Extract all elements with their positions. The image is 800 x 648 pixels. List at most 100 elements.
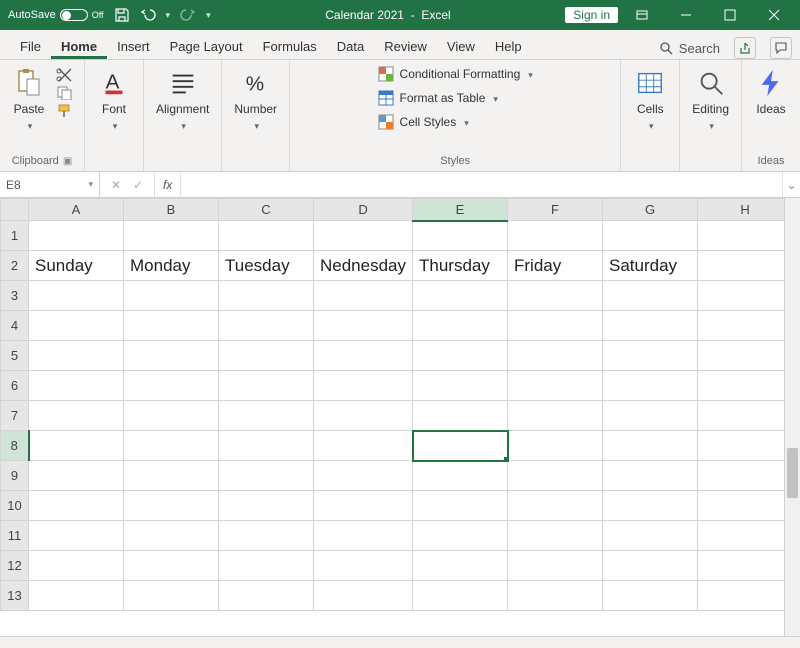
cell[interactable]: Nednesday xyxy=(314,251,413,281)
cell[interactable] xyxy=(314,581,413,611)
cell[interactable] xyxy=(413,401,508,431)
cell[interactable] xyxy=(29,431,124,461)
cell[interactable] xyxy=(603,311,698,341)
cell[interactable]: Monday xyxy=(124,251,219,281)
cell[interactable] xyxy=(413,551,508,581)
cell[interactable] xyxy=(413,521,508,551)
paste-button[interactable]: Paste xyxy=(8,64,50,134)
row-header[interactable]: 10 xyxy=(1,491,29,521)
cell[interactable] xyxy=(413,491,508,521)
alignment-button[interactable]: Alignment xyxy=(152,64,213,134)
column-header[interactable]: G xyxy=(603,199,698,221)
redo-icon[interactable] xyxy=(180,7,196,23)
cell[interactable] xyxy=(29,281,124,311)
font-button[interactable]: A Font xyxy=(93,64,135,134)
cell[interactable] xyxy=(314,401,413,431)
cell[interactable] xyxy=(314,341,413,371)
save-icon[interactable] xyxy=(114,7,130,23)
row-header[interactable]: 12 xyxy=(1,551,29,581)
cell[interactable] xyxy=(124,221,219,251)
fx-icon[interactable]: fx xyxy=(155,172,180,197)
cell[interactable] xyxy=(413,341,508,371)
cell[interactable] xyxy=(29,461,124,491)
cell[interactable] xyxy=(698,491,793,521)
tab-page-layout[interactable]: Page Layout xyxy=(160,33,253,59)
cell[interactable]: Sunday xyxy=(29,251,124,281)
cell[interactable] xyxy=(314,491,413,521)
tab-home[interactable]: Home xyxy=(51,33,107,59)
cell[interactable] xyxy=(413,581,508,611)
autosave-toggle[interactable]: AutoSave Off xyxy=(8,9,104,21)
cell[interactable] xyxy=(314,221,413,251)
cell[interactable] xyxy=(124,461,219,491)
cell[interactable] xyxy=(603,341,698,371)
scrollbar-thumb[interactable] xyxy=(787,448,798,498)
share-button[interactable] xyxy=(734,37,756,59)
cell[interactable] xyxy=(314,311,413,341)
dialog-launcher-icon[interactable]: ▣ xyxy=(63,156,72,167)
cell[interactable] xyxy=(219,341,314,371)
cell[interactable] xyxy=(219,551,314,581)
cell[interactable] xyxy=(508,281,603,311)
copy-icon[interactable] xyxy=(56,86,76,100)
number-button[interactable]: % Number xyxy=(230,64,281,134)
cell[interactable] xyxy=(698,251,793,281)
row-header[interactable]: 7 xyxy=(1,401,29,431)
cell[interactable] xyxy=(508,371,603,401)
column-header[interactable]: A xyxy=(29,199,124,221)
cell[interactable] xyxy=(698,341,793,371)
cell[interactable] xyxy=(413,281,508,311)
ribbon-display-options-icon[interactable] xyxy=(622,0,662,30)
column-header[interactable]: B xyxy=(124,199,219,221)
cut-icon[interactable] xyxy=(56,68,76,82)
tab-review[interactable]: Review xyxy=(374,33,437,59)
cell[interactable] xyxy=(219,221,314,251)
search-button[interactable]: Search xyxy=(659,41,720,56)
cell[interactable] xyxy=(603,371,698,401)
cell[interactable] xyxy=(124,521,219,551)
cell[interactable]: Saturday xyxy=(603,251,698,281)
cell[interactable] xyxy=(29,371,124,401)
cell[interactable] xyxy=(124,401,219,431)
cell[interactable] xyxy=(413,371,508,401)
cell[interactable] xyxy=(508,521,603,551)
cell[interactable] xyxy=(219,311,314,341)
comments-button[interactable] xyxy=(770,37,792,59)
cell[interactable] xyxy=(124,581,219,611)
cell[interactable] xyxy=(29,551,124,581)
cell[interactable] xyxy=(219,461,314,491)
tab-data[interactable]: Data xyxy=(327,33,374,59)
cell[interactable] xyxy=(314,461,413,491)
cell[interactable] xyxy=(508,401,603,431)
cell[interactable] xyxy=(698,551,793,581)
cancel-formula-icon[interactable]: ✕ xyxy=(108,178,124,192)
format-painter-icon[interactable] xyxy=(56,104,76,118)
cell[interactable] xyxy=(314,521,413,551)
cell[interactable] xyxy=(219,521,314,551)
name-box[interactable]: E8 ▾ xyxy=(0,172,100,197)
cell[interactable]: Friday xyxy=(508,251,603,281)
cell[interactable]: Thursday xyxy=(413,251,508,281)
enter-formula-icon[interactable]: ✓ xyxy=(130,178,146,192)
cell[interactable] xyxy=(603,581,698,611)
cell[interactable] xyxy=(29,401,124,431)
sign-in-button[interactable]: Sign in xyxy=(565,7,618,23)
cell[interactable] xyxy=(698,581,793,611)
cell[interactable] xyxy=(29,491,124,521)
cells-button[interactable]: Cells xyxy=(629,64,671,134)
cell[interactable] xyxy=(508,311,603,341)
cell[interactable] xyxy=(219,431,314,461)
cell[interactable] xyxy=(124,551,219,581)
column-header[interactable]: D xyxy=(314,199,413,221)
cell[interactable] xyxy=(603,551,698,581)
cell[interactable] xyxy=(124,311,219,341)
cell[interactable] xyxy=(698,311,793,341)
row-header[interactable]: 3 xyxy=(1,281,29,311)
cell[interactable] xyxy=(508,221,603,251)
ideas-button[interactable]: Ideas xyxy=(750,64,792,118)
expand-formula-bar-icon[interactable]: ⌄ xyxy=(782,172,800,197)
cell[interactable] xyxy=(413,221,508,251)
row-header[interactable]: 1 xyxy=(1,221,29,251)
close-icon[interactable] xyxy=(754,0,794,30)
column-header[interactable]: E xyxy=(413,199,508,221)
